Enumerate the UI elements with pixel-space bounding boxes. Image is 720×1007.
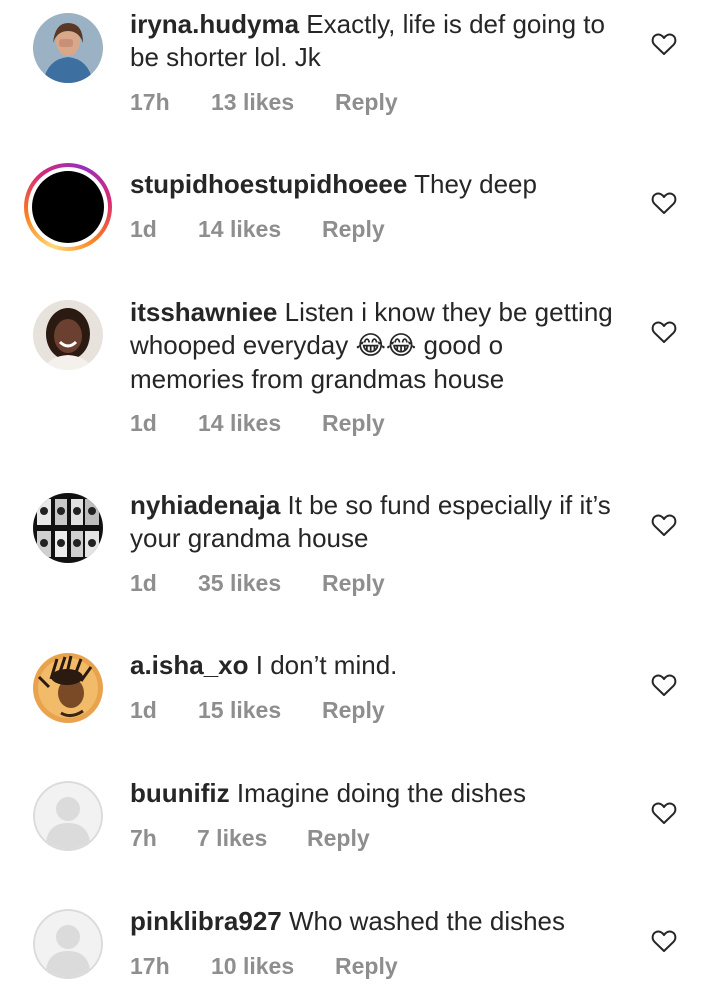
likes-count[interactable]: 14 likes	[198, 216, 281, 243]
avatar[interactable]	[33, 300, 103, 370]
heart-icon[interactable]	[651, 32, 677, 56]
username[interactable]: pinklibra927	[130, 906, 282, 936]
comment-time: 1d	[130, 697, 157, 723]
heart-icon[interactable]	[651, 513, 677, 537]
comment-time: 1d	[130, 570, 157, 596]
comment-time: 1d	[130, 216, 157, 242]
avatar[interactable]	[24, 163, 112, 251]
reply-button[interactable]: Reply	[322, 216, 385, 243]
comment-text: Who washed the dishes	[288, 906, 566, 936]
avatar[interactable]	[33, 653, 103, 723]
reply-button[interactable]: Reply	[335, 89, 398, 116]
comment-time: 1d	[130, 410, 157, 436]
username[interactable]: iryna.hudyma	[130, 9, 299, 39]
reply-button[interactable]: Reply	[322, 697, 385, 724]
username[interactable]: a.isha_xo	[130, 650, 249, 680]
likes-count[interactable]: 35 likes	[198, 570, 281, 597]
laughing-emoji: 😂😂	[355, 331, 417, 361]
avatar[interactable]	[33, 781, 103, 851]
heart-icon[interactable]	[651, 801, 677, 825]
username[interactable]: itsshawniee	[130, 297, 277, 327]
heart-icon[interactable]	[651, 673, 677, 697]
likes-count[interactable]: 7 likes	[197, 825, 267, 852]
likes-count[interactable]: 10 likes	[211, 953, 294, 980]
heart-icon[interactable]	[651, 929, 677, 953]
username[interactable]: nyhiadenaja	[130, 490, 280, 520]
comment-text: Imagine doing the dishes	[236, 778, 526, 808]
heart-icon[interactable]	[651, 320, 677, 344]
comment-time: 7h	[130, 825, 157, 851]
reply-button[interactable]: Reply	[322, 410, 385, 437]
heart-icon[interactable]	[651, 191, 677, 215]
reply-button[interactable]: Reply	[322, 570, 385, 597]
avatar[interactable]	[33, 909, 103, 979]
username[interactable]: stupidhoestupidhoeee	[130, 169, 407, 199]
reply-button[interactable]: Reply	[335, 953, 398, 980]
comment-time: 17h	[130, 953, 170, 979]
username[interactable]: buunifiz	[130, 778, 230, 808]
avatar[interactable]	[33, 493, 103, 563]
comment-text: They deep	[414, 169, 537, 199]
comment-time: 17h	[130, 89, 170, 115]
comment-text: I don’t mind.	[255, 650, 398, 680]
likes-count[interactable]: 14 likes	[198, 410, 281, 437]
likes-count[interactable]: 13 likes	[211, 89, 294, 116]
reply-button[interactable]: Reply	[307, 825, 370, 852]
likes-count[interactable]: 15 likes	[198, 697, 281, 724]
avatar[interactable]	[33, 13, 103, 83]
